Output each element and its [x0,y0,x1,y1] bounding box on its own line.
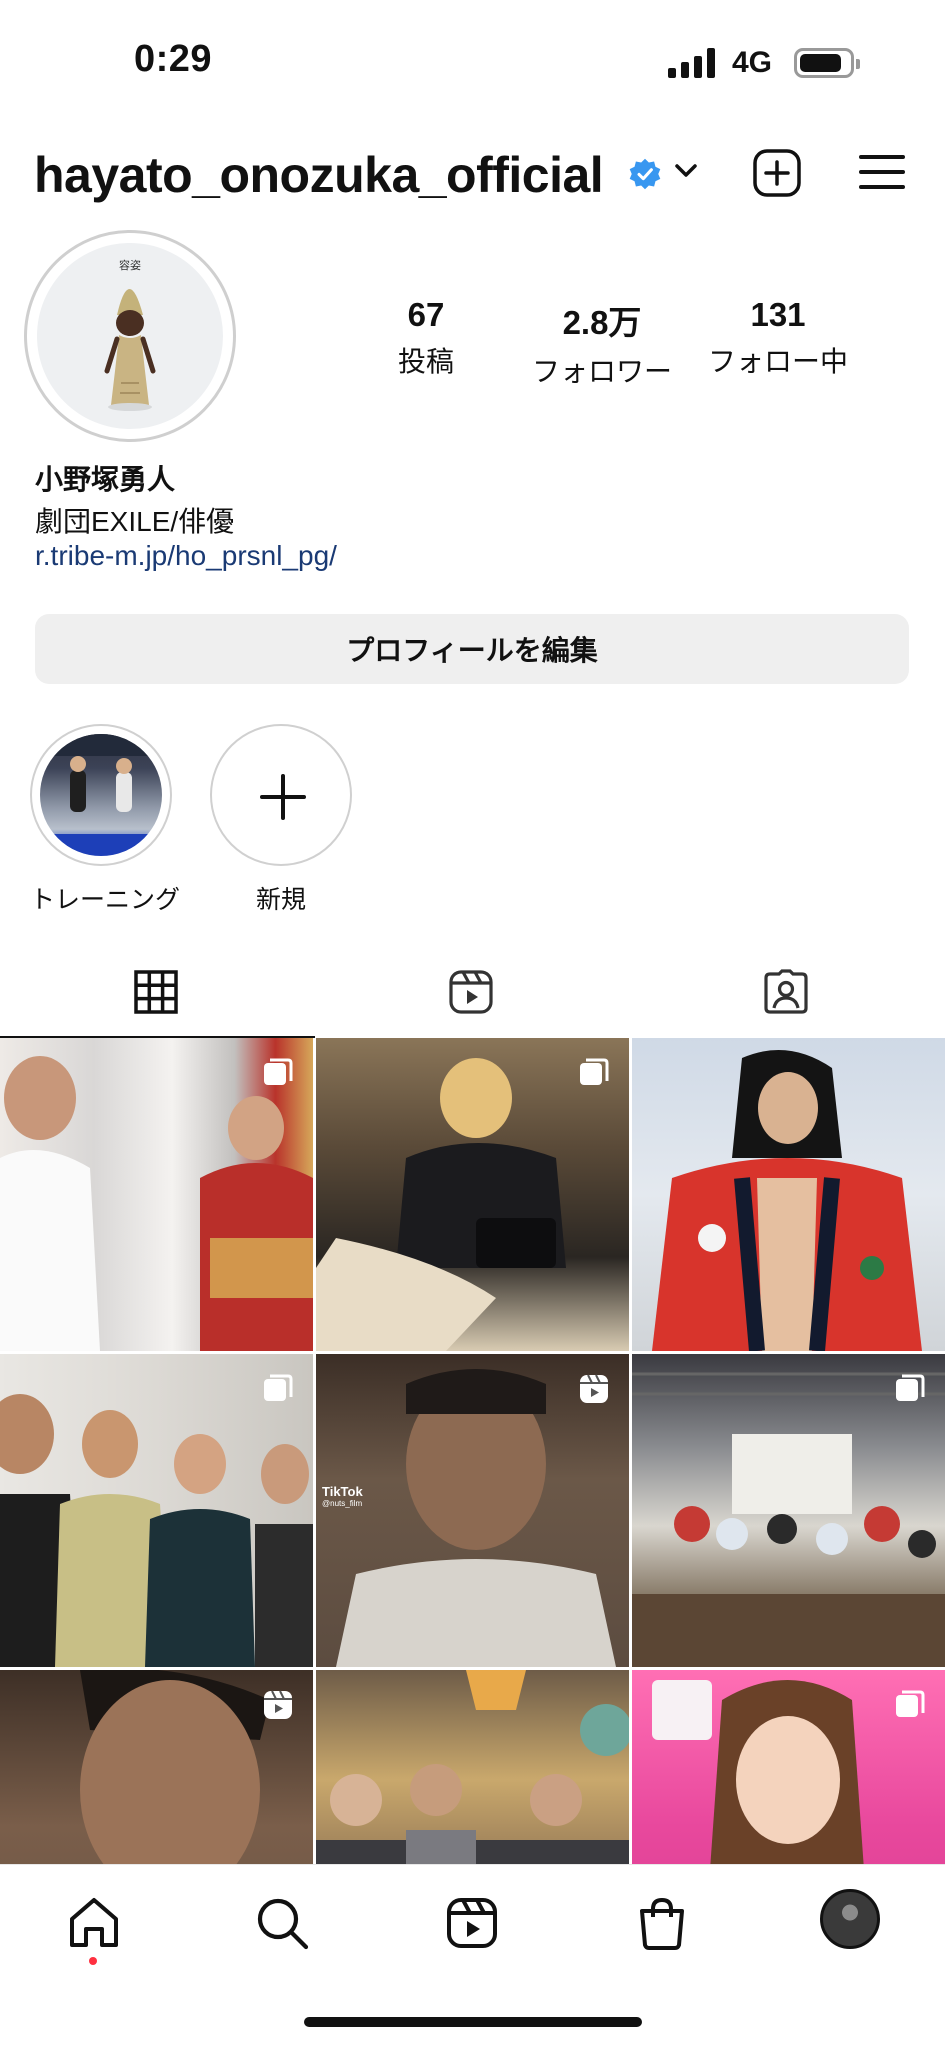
tab-tagged[interactable] [630,946,945,1038]
reel-icon [264,1690,292,1719]
avatar-image: 容姿 [37,243,223,429]
carousel-icon [264,1058,293,1085]
followers-count: 2.8万 [562,304,642,341]
profile-header: hayato_onozuka_official [0,130,945,230]
post-thumbnail[interactable] [316,1670,629,1864]
highlight-label: トレーニング [30,886,181,914]
post-thumbnail[interactable] [0,1038,313,1351]
post-art [652,1050,922,1351]
tab-grid[interactable] [0,946,315,1038]
notification-dot [89,1957,97,1965]
post-art [316,1670,629,1864]
post-thumbnail[interactable]: TikTok @nuts_film [316,1354,629,1667]
home-indicator [304,2017,642,2027]
training-figures-icon [40,734,162,856]
tiktok-brand: TikTok [322,1484,363,1499]
post-thumbnail[interactable] [0,1670,313,1864]
plus-icon [260,774,306,820]
reels-icon [449,970,493,1014]
home-icon[interactable] [64,1893,124,1953]
profile-bio: 劇団EXILE/俳優 [35,506,235,537]
highlight-cover [30,724,172,866]
following-count: 131 [750,296,806,333]
posts-grid: TikTok @nuts_film [0,1038,945,1864]
posts-count: 67 [407,296,445,333]
post-thumbnail[interactable] [632,1354,945,1667]
carousel-icon [580,1058,609,1085]
highlight-new[interactable]: 新規 [210,724,352,916]
username[interactable]: hayato_onozuka_official [34,146,604,204]
post-thumbnail[interactable] [632,1038,945,1351]
post-thumbnail[interactable] [0,1354,313,1667]
highlight-new-circle [210,724,352,866]
verified-badge-icon [629,158,661,190]
avatar-tag: 容姿 [119,260,141,272]
stat-posts[interactable]: 67 投稿 [384,296,468,380]
stat-following[interactable]: 131 フォロー中 [704,296,852,380]
shop-icon[interactable] [632,1893,692,1953]
carousel-icon [896,1690,925,1717]
network-type: 4G [732,46,773,79]
tagged-icon [764,969,808,1014]
profile-avatar[interactable]: 容姿 [24,230,236,442]
signal-icon [668,48,716,78]
posts-label: 投稿 [397,346,454,377]
grid-icon [134,970,178,1014]
create-post-icon[interactable] [752,148,802,198]
profile-tabs [0,946,945,1038]
edit-profile-button[interactable]: プロフィールを編集 [35,614,909,684]
status-time: 0:29 [134,38,213,80]
followers-label: フォロワー [531,356,672,387]
profile-avatar-tab[interactable] [820,1889,880,1949]
highlight-new-label: 新規 [255,886,306,914]
post-thumbnail[interactable] [316,1038,629,1351]
tiktok-watermark: TikTok @nuts_film [322,1484,363,1508]
carousel-icon [896,1374,925,1401]
status-bar: 0:29 4G [0,0,945,130]
profile-link[interactable]: r.tribe-m.jp/ho_prsnl_pg/ [35,540,337,572]
tiktok-handle: @nuts_film [322,1499,363,1508]
tab-reels[interactable] [315,946,630,1038]
post-thumbnail[interactable] [632,1670,945,1864]
profile-name: 小野塚勇人 [35,464,176,495]
reel-icon [580,1374,608,1403]
bottom-nav [0,1864,945,2048]
chevron-down-icon[interactable] [668,152,704,188]
carousel-icon [264,1374,293,1401]
following-label: フォロー中 [707,346,848,377]
reels-icon[interactable] [442,1893,502,1953]
search-icon[interactable] [252,1893,312,1953]
highlight-training[interactable]: トレーニング [30,724,181,916]
menu-icon[interactable] [858,152,906,192]
stat-followers[interactable]: 2.8万 フォロワー [528,296,676,390]
battery-icon [794,48,860,78]
